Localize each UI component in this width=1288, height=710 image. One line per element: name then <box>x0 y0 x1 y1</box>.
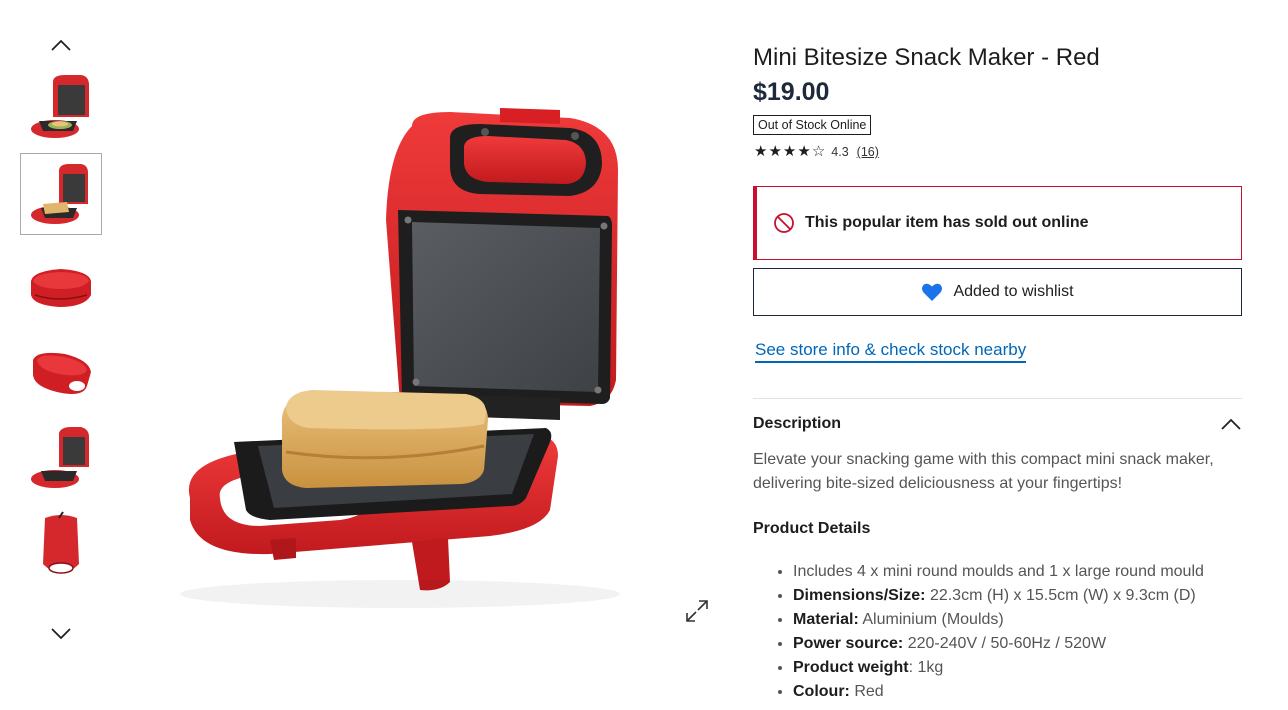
product-rating: ★ ★ ★ ★ ☆ 4.3 (16) <box>754 144 879 160</box>
product-price: $19.00 <box>753 78 830 106</box>
detail-item-moulds: Includes 4 x mini round moulds and 1 x l… <box>793 560 1204 584</box>
detail-item-power: Power source: 220-240V / 50-60Hz / 520W <box>793 632 1204 656</box>
thumbnail-3[interactable] <box>20 246 102 328</box>
stock-status-badge: Out of Stock Online <box>753 115 872 135</box>
no-entry-icon <box>774 213 794 233</box>
product-details-heading: Product Details <box>753 520 871 537</box>
product-thumbnail-image <box>33 352 91 394</box>
expand-icon <box>686 600 708 622</box>
product-title: Mini Bitesize Snack Maker - Red <box>753 44 1100 71</box>
product-thumbnail-image <box>31 427 89 488</box>
heart-icon <box>922 283 943 301</box>
description-heading: Description <box>753 415 842 432</box>
detail-item-dimensions: Dimensions/Size: 22.3cm (H) x 15.5cm (W)… <box>793 584 1204 608</box>
thumbnail-4[interactable] <box>20 331 102 413</box>
sold-out-alert: This popular item has sold out online <box>753 186 1242 260</box>
wishlist-button-label: Added to wishlist <box>953 283 1074 300</box>
product-details-list: Includes 4 x mini round moulds and 1 x l… <box>775 560 1204 704</box>
star-full-icon: ★ <box>754 143 768 160</box>
chevron-up-icon <box>51 39 71 51</box>
thumbnail-5[interactable] <box>20 418 102 500</box>
product-thumbnail-image <box>31 75 89 138</box>
star-full-icon: ★ <box>782 143 797 160</box>
product-thumbnail-image <box>31 269 91 307</box>
expand-image-button[interactable] <box>684 598 710 624</box>
thumbnail-scroll-down-button[interactable] <box>46 623 76 645</box>
rating-score: 4.3 <box>831 145 849 159</box>
star-empty-icon: ☆ <box>811 143 826 160</box>
detail-item-weight: Product weight: 1kg <box>793 656 1204 680</box>
review-count-link[interactable]: (16) <box>857 145 879 159</box>
description-text: Elevate your snacking game with this com… <box>753 451 1214 492</box>
star-full-icon: ★ <box>768 143 782 160</box>
chevron-up-icon <box>1221 418 1241 430</box>
thumbnail-6[interactable] <box>20 503 102 585</box>
description-accordion-header[interactable]: Description <box>753 410 1242 438</box>
thumbnail-1[interactable] <box>20 66 102 148</box>
product-thumbnail-image <box>43 511 79 574</box>
sold-out-alert-text: This popular item has sold out online <box>805 214 1089 231</box>
store-stock-link[interactable]: See store info & check stock nearby <box>755 340 1027 363</box>
product-thumbnail-image <box>31 164 88 224</box>
star-full-icon: ★ <box>797 143 811 160</box>
wishlist-button[interactable]: Added to wishlist <box>753 268 1242 316</box>
main-product-image <box>180 108 620 608</box>
detail-item-colour: Colour: Red <box>793 680 1204 704</box>
detail-item-material: Material: Aluminium (Moulds) <box>793 608 1204 632</box>
section-divider <box>753 398 1242 399</box>
chevron-down-icon <box>51 628 71 640</box>
thumbnail-2[interactable] <box>20 153 102 235</box>
thumbnail-scroll-up-button[interactable] <box>46 34 76 56</box>
